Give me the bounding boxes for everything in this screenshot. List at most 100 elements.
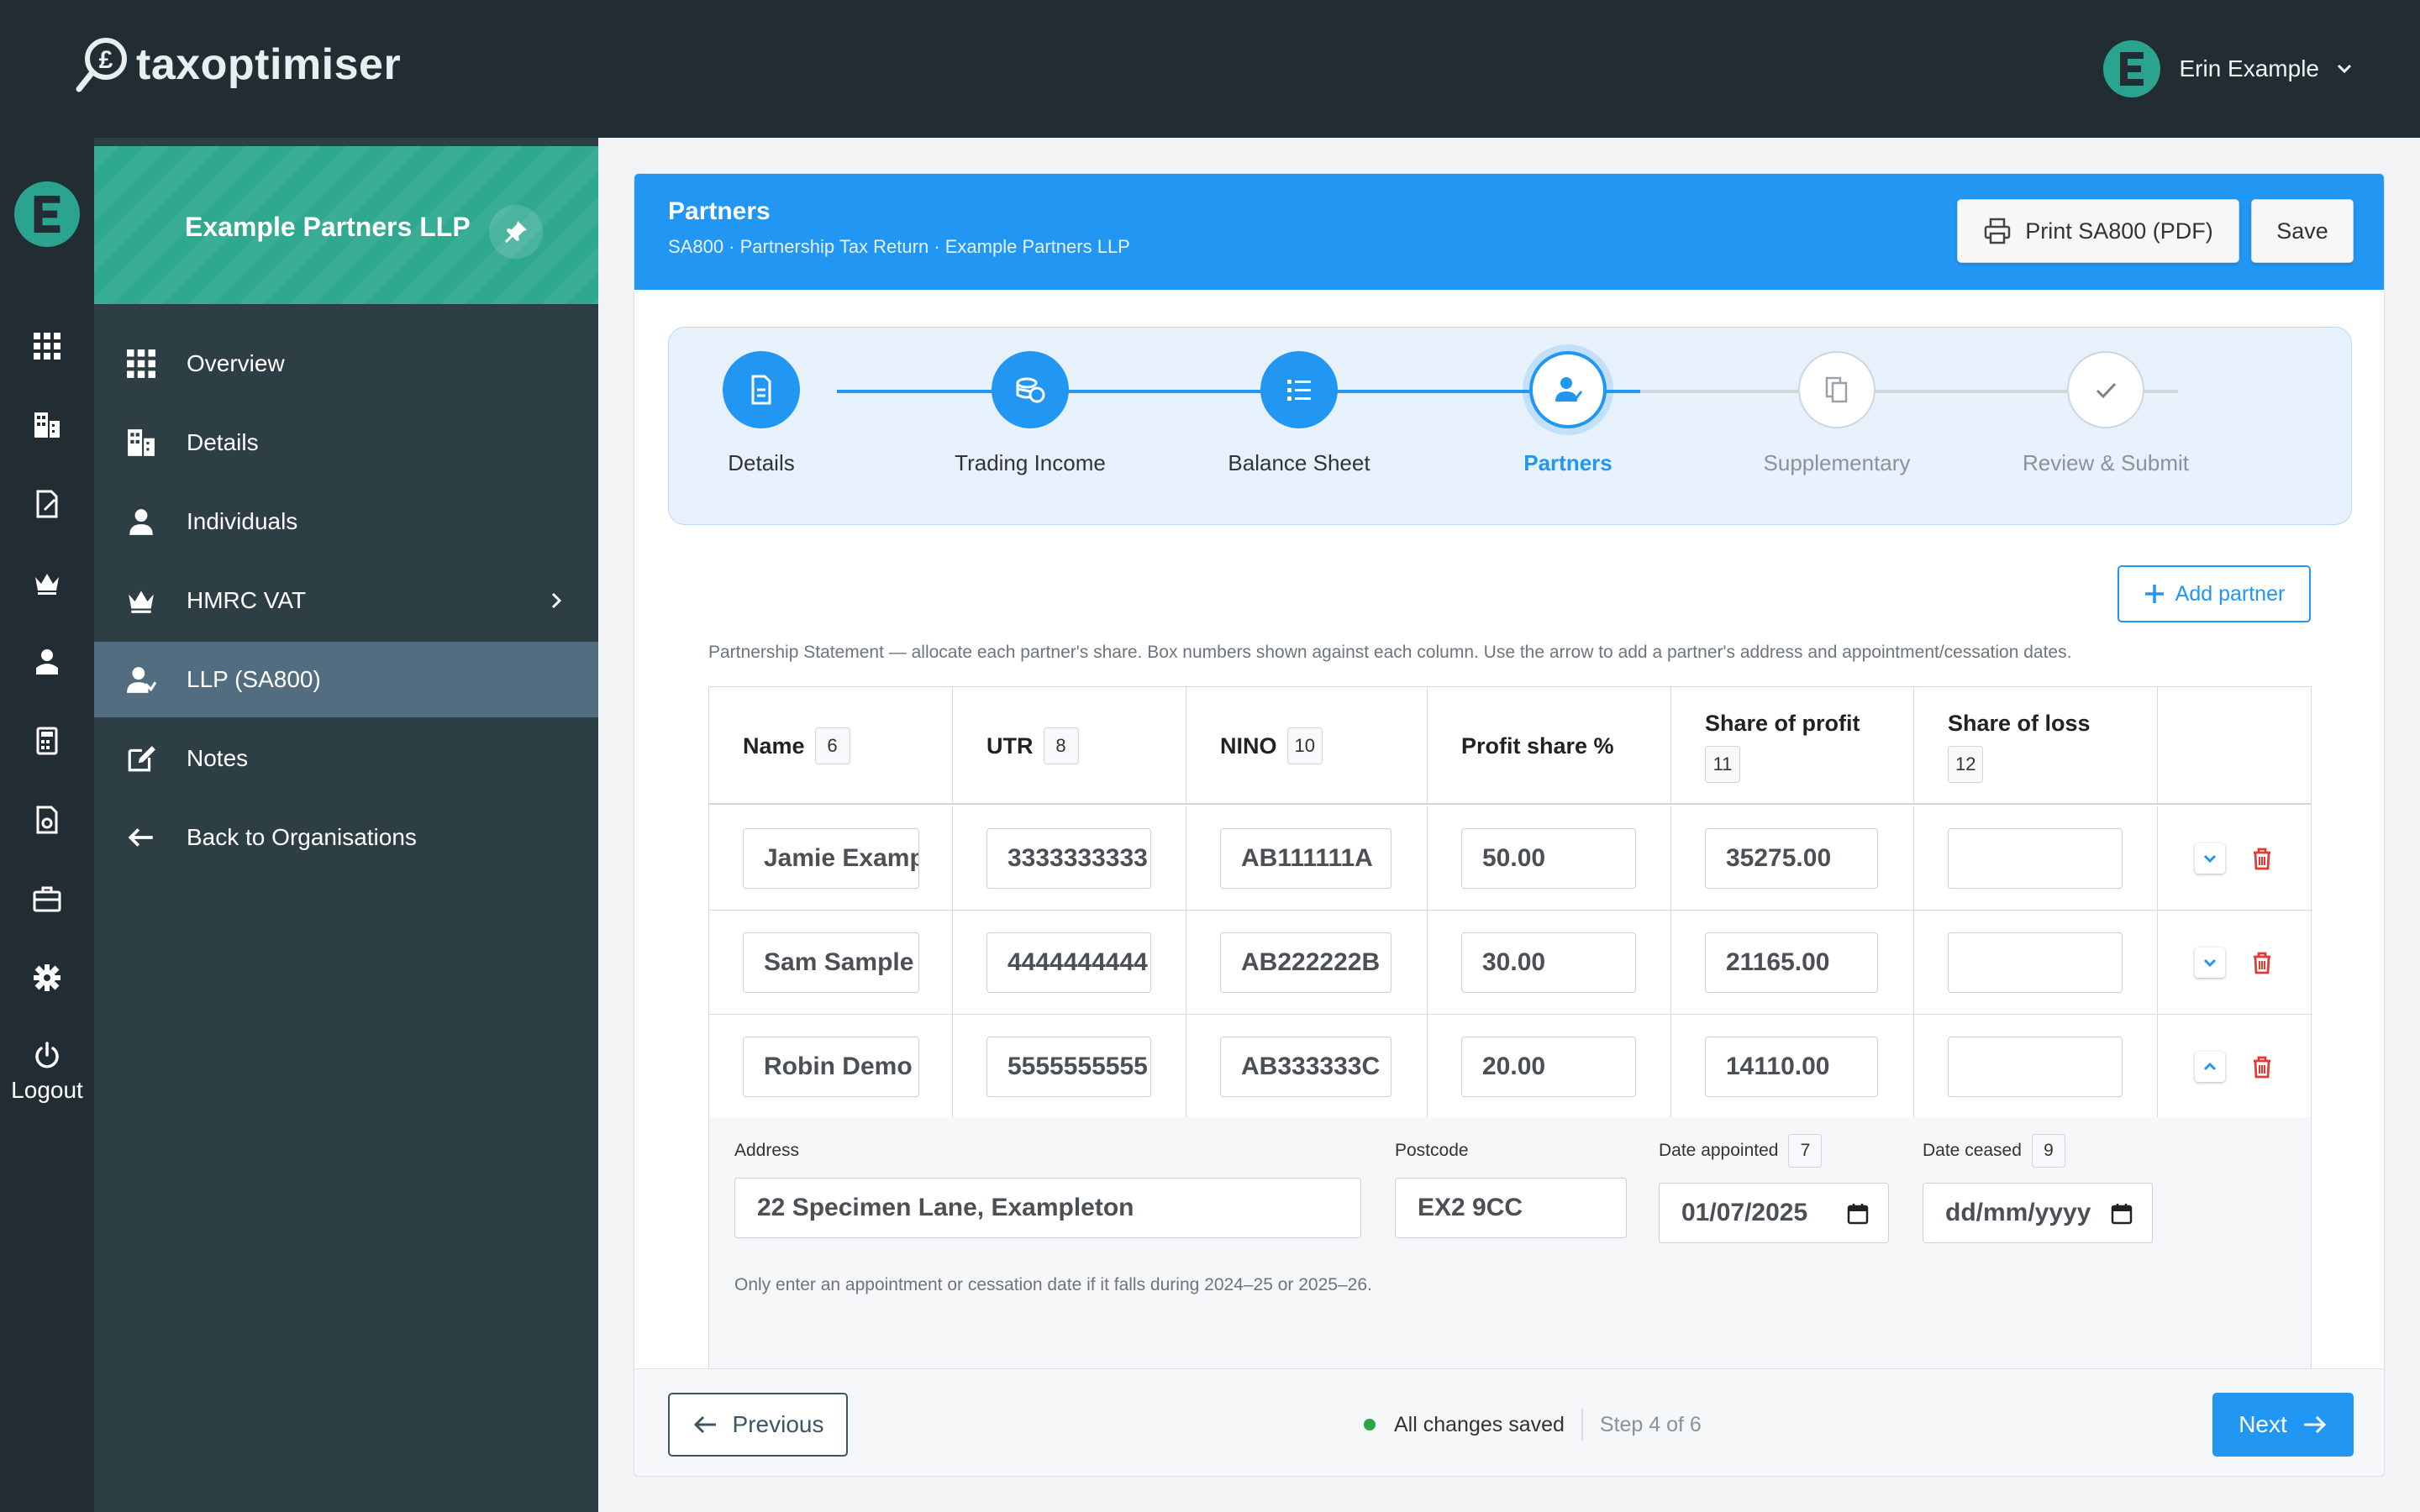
page-subtitle: SA800 · Partnership Tax Return · Example… (668, 236, 1130, 257)
share-of-loss-input[interactable] (1948, 828, 2123, 889)
page-title: Partners (668, 197, 771, 225)
rail-gear-icon[interactable] (30, 961, 64, 995)
sidebar-item-notes[interactable]: Notes (94, 721, 598, 796)
table-row: Robin Demo 5555555555 AB333333C 20.00 14… (709, 1015, 2312, 1119)
sidebar-item-overview[interactable]: Overview (94, 326, 598, 402)
calendar-icon[interactable] (1846, 1202, 1870, 1226)
saved-label: All changes saved (1394, 1412, 1565, 1436)
profit-share-input[interactable]: 30.00 (1461, 932, 1636, 993)
partner-nino-input[interactable]: AB222222B (1220, 932, 1392, 993)
sidebar-item-label: Back to Organisations (187, 824, 417, 850)
date-ceased-label: Date ceased 9 (1923, 1134, 2065, 1168)
rail-report-icon[interactable] (30, 803, 64, 837)
sidebar-item-llp-sa800[interactable]: LLP (SA800) (94, 642, 598, 717)
step-supplementary[interactable]: Supplementary (1702, 351, 1971, 476)
step-balance-sheet[interactable]: Balance Sheet (1165, 351, 1434, 476)
collapse-row-button[interactable] (2195, 1052, 2225, 1082)
sidebar-item-label: LLP (SA800) (187, 666, 321, 692)
sidebar-item-hmrc-vat[interactable]: HMRC VAT (94, 563, 598, 638)
logo[interactable]: £ taxoptimiser (76, 34, 401, 96)
step-details[interactable]: Details (634, 351, 896, 476)
share-of-profit-input[interactable]: 14110.00 (1705, 1037, 1878, 1097)
share-of-profit-input[interactable]: 21165.00 (1705, 932, 1878, 993)
top-bar: £ taxoptimiser Erin Example (0, 0, 2420, 138)
gear-icon (34, 964, 60, 991)
sidebar-item-label: Notes (187, 745, 249, 771)
delete-partner-button[interactable] (2247, 948, 2277, 978)
status-dot (1364, 1419, 1376, 1431)
partner-name-input[interactable]: Robin Demo (743, 1037, 919, 1097)
share-of-loss-input[interactable] (1948, 932, 2123, 993)
rail-calculator-icon[interactable] (30, 724, 64, 758)
partner-nino-input[interactable]: AB333333C (1220, 1037, 1392, 1097)
sidebar-item-label: Details (187, 429, 259, 455)
partners-table: Name 6 UTR 8 NINO 10 Profit share % Share o… (708, 686, 2312, 1476)
profit-share-input[interactable]: 50.00 (1461, 828, 1636, 889)
date-appointed-input[interactable]: 01/07/2025 (1659, 1183, 1889, 1243)
postcode-input[interactable]: EX2 9CC (1395, 1178, 1627, 1238)
date-ceased-input[interactable]: dd/mm/yyyy (1923, 1183, 2153, 1243)
trash-icon (2254, 952, 2270, 974)
postcode-label: Postcode (1395, 1141, 1469, 1160)
print-pdf-button[interactable]: Print SA800 (PDF) (1957, 199, 2239, 263)
rail-building-icon[interactable] (30, 408, 64, 442)
partner-utr-input[interactable]: 4444444444 (986, 932, 1151, 993)
sidebar-item-individuals[interactable]: Individuals (94, 484, 598, 559)
share-of-loss-input[interactable] (1948, 1037, 2123, 1097)
partner-utr-input[interactable]: 3333333333 (986, 828, 1151, 889)
address-input[interactable]: 22 Specimen Lane, Exampleton (734, 1178, 1361, 1238)
delete-partner-button[interactable] (2247, 1052, 2277, 1082)
check-icon (2096, 382, 2117, 399)
step-label: Supplementary (1763, 450, 1911, 475)
expand-row-button[interactable] (2195, 948, 2225, 978)
partner-name-input[interactable]: Jamie Example (743, 828, 919, 889)
step-review-submit[interactable]: Review & Submit (1971, 351, 2240, 476)
org-header: Example Partners LLP (94, 146, 598, 304)
address-label: Address (734, 1141, 800, 1160)
step-trading-income[interactable]: Trading Income (896, 351, 1165, 476)
step-partners[interactable]: Partners (1434, 351, 1702, 476)
sidebar: Example Partners LLP Overview Details In… (94, 138, 598, 1512)
partner-utr-input[interactable]: 5555555555 (986, 1037, 1151, 1097)
rail-crown-icon[interactable] (30, 566, 64, 600)
user-menu[interactable]: Erin Example (2103, 39, 2354, 99)
sidebar-item-details[interactable]: Details (94, 405, 598, 480)
power-icon (35, 1042, 59, 1068)
save-button[interactable]: Save (2251, 199, 2354, 263)
step-label: Trading Income (955, 450, 1106, 475)
pin-button[interactable] (489, 205, 543, 259)
trash-icon (2254, 1056, 2270, 1079)
previous-button[interactable]: Previous (668, 1393, 848, 1457)
trash-icon (2254, 848, 2270, 870)
calendar-icon[interactable] (2110, 1202, 2133, 1226)
delete-partner-button[interactable] (2247, 843, 2277, 874)
profit-share-input[interactable]: 20.00 (1461, 1037, 1636, 1097)
magnifier-pound-icon: £ (76, 38, 127, 92)
avatar-letter-icon (34, 196, 60, 233)
rail-grid-icon[interactable] (30, 329, 64, 363)
building-icon (34, 412, 60, 438)
sidebar-item-back[interactable]: Back to Organisations (94, 800, 598, 875)
sidebar-item-label: HMRC VAT (187, 587, 307, 613)
partner-name-input[interactable]: Sam Sample (743, 932, 919, 993)
next-button[interactable]: Next (2212, 1393, 2354, 1457)
share-of-profit-input[interactable]: 35275.00 (1705, 828, 1878, 889)
divider (1581, 1409, 1583, 1441)
rail-partner-icon[interactable] (30, 645, 64, 679)
document-edit-icon (36, 490, 58, 518)
rail-avatar[interactable] (14, 181, 80, 247)
logout-button[interactable]: Logout (0, 1042, 94, 1104)
column-header-name: Name 6 (709, 687, 953, 805)
svg-text:£: £ (99, 46, 113, 74)
chevron-up-icon (2203, 1062, 2217, 1071)
arrow-left-icon (693, 1415, 716, 1434)
partners-card: Partners SA800 · Partnership Tax Return … (634, 173, 2385, 1477)
rail-document-icon[interactable] (30, 487, 64, 521)
progress-stepper: Details Trading Income Balance Sheet Par… (668, 327, 2352, 525)
add-partner-button[interactable]: Add partner (2118, 565, 2311, 622)
sidebar-item-label: Overview (187, 350, 285, 376)
rail-briefcase-icon[interactable] (30, 882, 64, 916)
pin-icon (505, 221, 527, 243)
expand-row-button[interactable] (2195, 843, 2225, 874)
partner-nino-input[interactable]: AB111111A (1220, 828, 1392, 889)
